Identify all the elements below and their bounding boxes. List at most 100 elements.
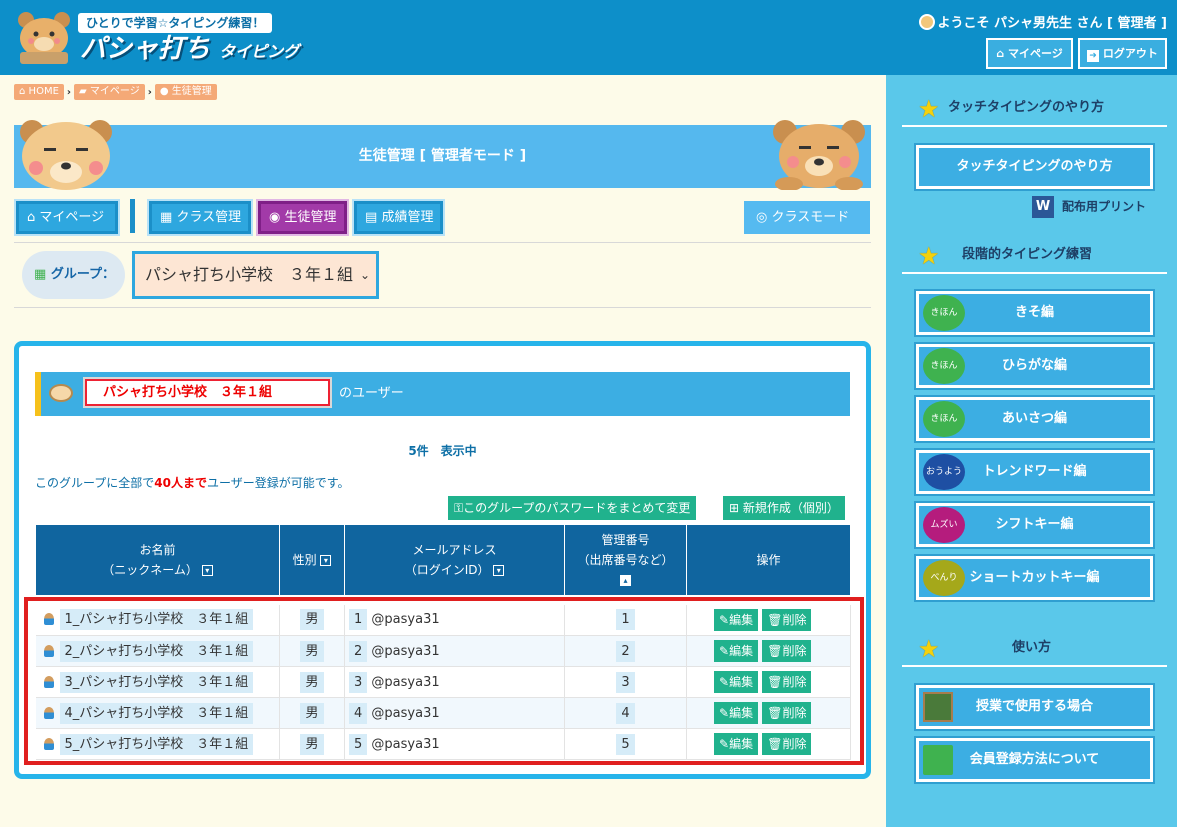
usage-class-label: 授業で使用する場合 xyxy=(975,699,1093,714)
col-actions-header: 操作 xyxy=(686,524,851,596)
group-icon xyxy=(49,384,73,402)
touch-typing-label: タッチタイピングのやり方 xyxy=(956,159,1113,174)
grid-icon: ▦ xyxy=(34,267,47,282)
class-mode-button[interactable]: ◎ クラスモード xyxy=(744,201,870,234)
page-banner: 生徒管理 [ 管理者モード ] xyxy=(14,120,871,190)
chevron-down-icon: ⌄ xyxy=(359,268,370,282)
key-icon: ⚿ xyxy=(454,501,464,515)
nav-student-label: 生徒管理 xyxy=(284,210,337,225)
sort-down-icon[interactable]: ▾ xyxy=(320,555,332,566)
sidebar-section-title: タッチタイピングのやり方 xyxy=(948,100,1105,115)
nav-class-button[interactable]: ▦ クラス管理 xyxy=(147,199,253,236)
sort-down-icon[interactable]: ▾ xyxy=(493,565,505,576)
star-icon: ★ xyxy=(918,95,940,123)
plus-square-icon: ⊞ xyxy=(729,501,740,515)
panel-suffix: のユーザー xyxy=(339,386,404,401)
home-icon: ⌂ xyxy=(27,210,36,225)
highlight-frame xyxy=(24,597,864,765)
bulk-password-button[interactable]: ⚿このグループのパスワードをまとめて変更 xyxy=(448,496,697,520)
col-email-title: メールアドレス xyxy=(412,543,497,557)
level-badge: ムズい xyxy=(923,507,965,543)
chevron-right-icon: › xyxy=(147,86,152,98)
course-label: きそ編 xyxy=(1014,305,1054,320)
home-icon: ⌂ xyxy=(19,86,26,97)
nav-student-button[interactable]: ◉ 生徒管理 xyxy=(256,199,349,236)
bulk-password-label: このグループのパスワードをまとめて変更 xyxy=(463,501,691,515)
panel-group-name: パシャ打ち小学校 ３年１組 xyxy=(85,379,330,406)
level-badge: きほん xyxy=(923,295,965,331)
breadcrumb-home-label: HOME xyxy=(28,86,59,97)
group-select[interactable]: パシャ打ち小学校 ３年１組 ⌄ xyxy=(132,251,379,299)
divider xyxy=(14,242,871,243)
logo-subtitle: ひとりで学習☆タイピング練習！ xyxy=(78,13,273,33)
nav-grades-label: 成績管理 xyxy=(381,210,434,225)
touch-typing-button[interactable]: タッチタイピングのやり方 xyxy=(914,143,1155,191)
new-user-button[interactable]: ⊞ 新規作成（個別） xyxy=(723,496,845,520)
course-shortcut-button[interactable]: べんり ショートカットキー編 xyxy=(914,554,1155,602)
group-label-text: グループ： xyxy=(50,267,116,282)
breadcrumb-mypage-label: マイページ xyxy=(89,86,140,97)
bear-logo-icon[interactable] xyxy=(14,8,74,66)
col-gender-header[interactable]: 性別 ▾ xyxy=(279,524,345,596)
sidebar-section-stages: ★ 段階的タイピング練習 xyxy=(902,236,1167,274)
usage-register-label: 会員登録方法について xyxy=(969,752,1100,767)
divider xyxy=(14,307,871,308)
course-kiso-button[interactable]: きほん きそ編 xyxy=(914,289,1155,337)
sidebar-section-usage: ★ 使い方 xyxy=(902,629,1167,667)
sort-up-icon[interactable]: ▴ xyxy=(620,575,631,586)
star-icon: ★ xyxy=(918,242,940,270)
usage-class-button[interactable]: 授業で使用する場合 xyxy=(914,683,1155,731)
col-gender-title: 性別 xyxy=(292,553,317,567)
home-icon: ⌂ xyxy=(996,47,1005,60)
logo-title[interactable]: パシャ打ち タイピング xyxy=(80,33,299,68)
header-mypage-label: マイページ xyxy=(1007,47,1063,60)
col-name-header[interactable]: お名前 （ニックネーム） ▾ xyxy=(35,524,280,596)
register-icon xyxy=(923,745,953,775)
course-hiragana-button[interactable]: きほん ひらがな編 xyxy=(914,342,1155,390)
clipboard-icon: ▤ xyxy=(365,210,378,225)
folder-icon: ▰ xyxy=(79,86,87,97)
logout-button[interactable]: ➜ ログアウト xyxy=(1078,38,1167,69)
course-label: ひらがな編 xyxy=(1001,358,1067,373)
print-label: 配布用プリント xyxy=(1062,199,1147,214)
nav-mypage-label: マイページ xyxy=(39,210,105,225)
group-select-value: パシャ打ち小学校 ３年１組 xyxy=(145,265,354,284)
header-mypage-button[interactable]: ⌂ マイページ xyxy=(986,38,1073,69)
level-badge: きほん xyxy=(923,401,965,437)
course-label: シフトキー編 xyxy=(995,517,1074,532)
breadcrumb: ⌂ HOME › ▰ マイページ › ● 生徒管理 xyxy=(14,84,217,100)
logo-title-main: パシャ打ち xyxy=(80,34,211,64)
course-trend-button[interactable]: おうよう トレンドワード編 xyxy=(914,448,1155,496)
col-email-header[interactable]: メールアドレス （ログインID） ▾ xyxy=(344,524,565,596)
usage-register-button[interactable]: 会員登録方法について xyxy=(914,736,1155,784)
sidebar-section-title: 段階的タイピング練習 xyxy=(962,247,1093,262)
sidebar: ★ タッチタイピングのやり方 タッチタイピングのやり方 W 配布用プリント ★ 段階的… xyxy=(886,75,1177,827)
limit-note: このグループに全部で40人までユーザー登録が可能です。 xyxy=(35,474,350,491)
breadcrumb-mypage[interactable]: ▰ マイページ xyxy=(74,84,145,100)
nav-mypage-button[interactable]: ⌂ マイページ xyxy=(14,199,120,236)
nav-divider xyxy=(130,199,135,233)
class-mode-label: クラスモード xyxy=(771,210,850,225)
logout-label: ログアウト xyxy=(1102,47,1158,60)
course-aisatsu-button[interactable]: きほん あいさつ編 xyxy=(914,395,1155,443)
course-label: ショートカットキー編 xyxy=(969,570,1100,585)
bear-right-icon xyxy=(773,120,865,190)
print-link[interactable]: W 配布用プリント xyxy=(1032,196,1146,218)
level-badge: きほん xyxy=(923,348,965,384)
course-label: あいさつ編 xyxy=(1001,411,1067,426)
result-count: 5件 表示中 xyxy=(408,444,477,458)
breadcrumb-current-label: 生徒管理 xyxy=(171,86,212,97)
course-shift-button[interactable]: ムズい シフトキー編 xyxy=(914,501,1155,549)
col-actions-title: 操作 xyxy=(756,553,781,567)
breadcrumb-home[interactable]: ⌂ HOME xyxy=(14,84,64,100)
col-number-sub: （出席番号など） xyxy=(577,553,674,567)
sort-down-icon[interactable]: ▾ xyxy=(201,565,213,576)
level-badge: べんり xyxy=(923,560,965,596)
avatar xyxy=(919,14,936,30)
new-user-label: 新規作成（個別） xyxy=(742,501,839,515)
nav-grades-button[interactable]: ▤ 成績管理 xyxy=(352,199,445,236)
user-icon: ● xyxy=(159,86,169,97)
student-icon: ◉ xyxy=(269,210,281,225)
col-number-header[interactable]: 管理番号 （出席番号など） ▴ xyxy=(564,524,687,596)
chevron-right-icon: › xyxy=(66,86,72,98)
